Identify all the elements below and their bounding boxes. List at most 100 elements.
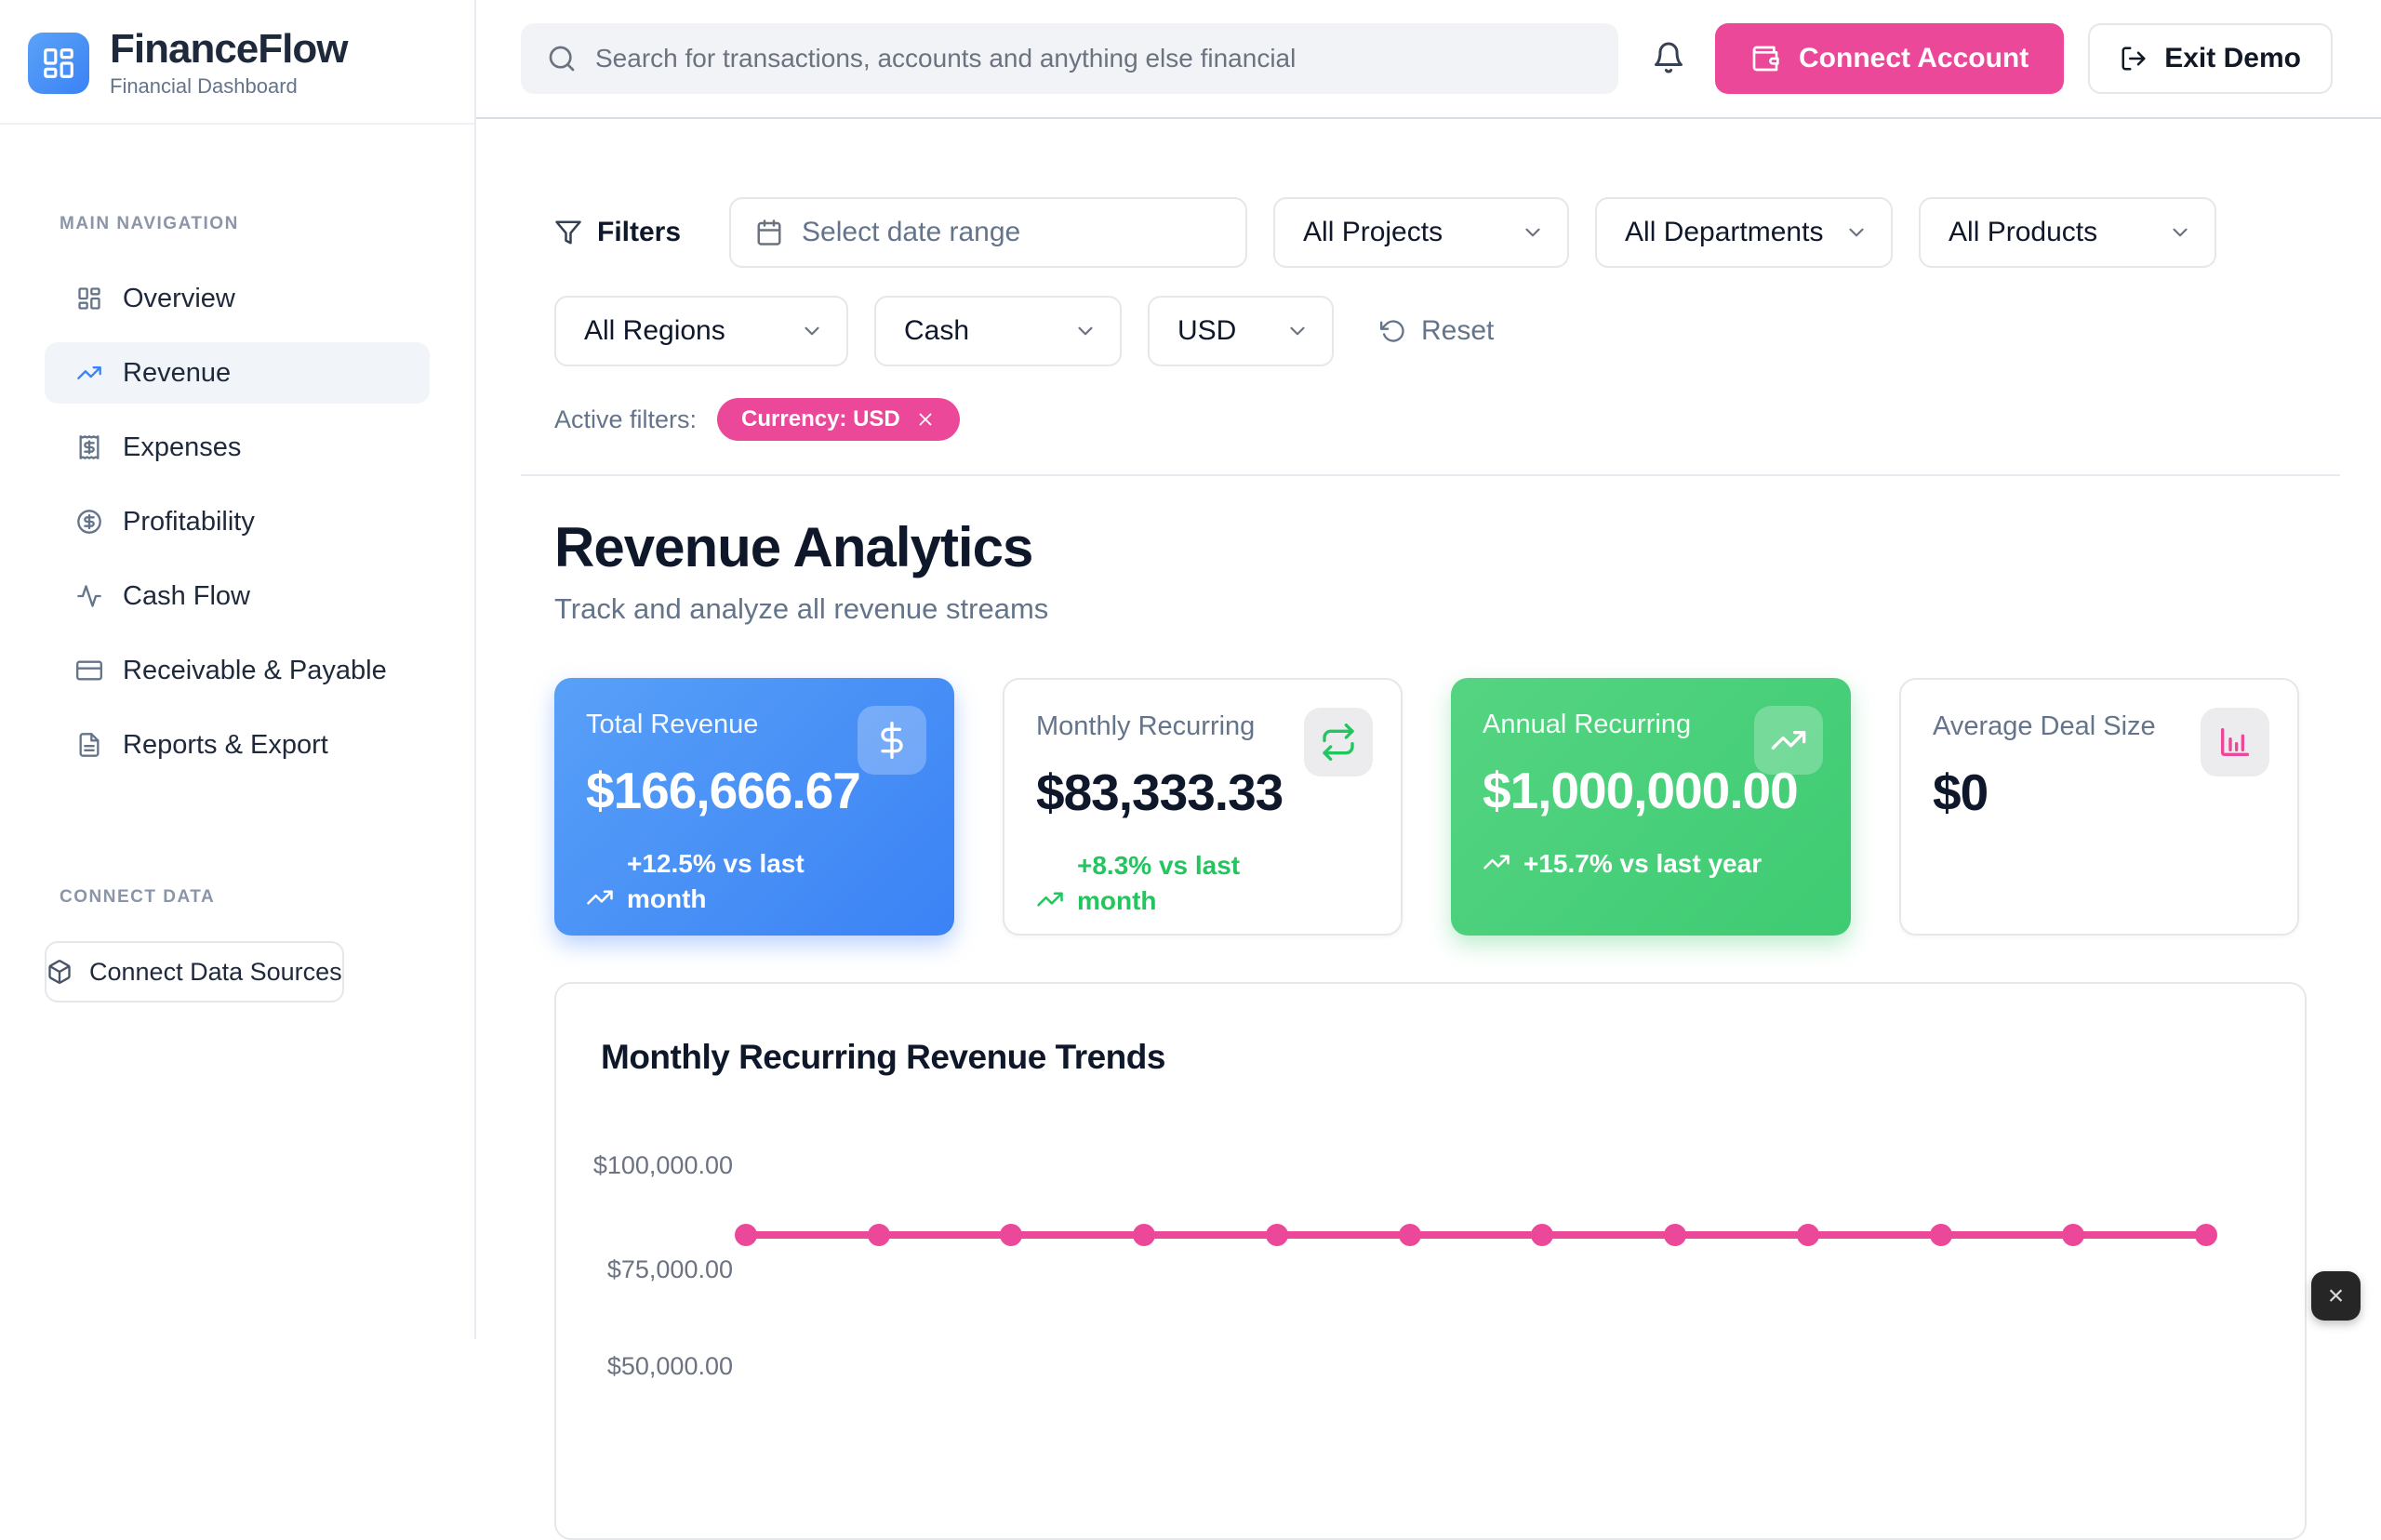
content: Filters All Projects All Departments — [476, 119, 2381, 1540]
regions-select[interactable]: All Regions — [554, 296, 848, 366]
mrr-trends-chart-card: Monthly Recurring Revenue Trends $100,00… — [554, 982, 2307, 1540]
departments-select[interactable]: All Departments — [1595, 197, 1893, 268]
chart-data-point[interactable] — [1399, 1224, 1421, 1246]
chart-data-point[interactable] — [2195, 1224, 2217, 1246]
metric-icon-box — [2201, 708, 2269, 777]
filters-title: Filters — [554, 217, 681, 248]
close-icon[interactable] — [915, 409, 936, 430]
cash-select-value: Cash — [904, 315, 969, 347]
active-filter-chip-currency[interactable]: Currency: USD — [717, 398, 960, 441]
sidebar-item-profitability[interactable]: Profitability — [45, 491, 430, 552]
search-input[interactable] — [595, 44, 1592, 73]
app-tagline: Financial Dashboard — [110, 74, 347, 99]
chart-data-point[interactable] — [2062, 1224, 2084, 1246]
brand: FinanceFlow Financial Dashboard — [0, 0, 474, 123]
connect-account-button[interactable]: Connect Account — [1715, 23, 2064, 94]
metric-trend-text: +12.5% vs last month — [627, 846, 850, 917]
chart-data-point[interactable] — [1133, 1224, 1155, 1246]
metric-card-total-revenue: Total Revenue $166,666.67 +12.5% vs last… — [554, 678, 954, 936]
sidebar-item-overview[interactable]: Overview — [45, 268, 430, 329]
filter-icon — [554, 219, 582, 246]
products-select[interactable]: All Products — [1919, 197, 2216, 268]
sidebar-item-label: Reports & Export — [123, 730, 328, 761]
metric-cards: Total Revenue $166,666.67 +12.5% vs last… — [554, 678, 2340, 936]
metric-icon-box — [1304, 708, 1373, 777]
sidebar-item-label: Profitability — [123, 507, 255, 538]
metric-icon-box — [1754, 706, 1823, 775]
package-icon — [47, 959, 73, 985]
metric-trend-text: +8.3% vs last month — [1077, 848, 1300, 919]
chart-data-point[interactable] — [735, 1224, 757, 1246]
layout-dashboard-icon — [41, 46, 76, 81]
metric-trend: +12.5% vs last month — [586, 846, 926, 917]
filters-row-2: All Regions Cash USD Reset — [554, 296, 2340, 366]
activity-icon — [76, 583, 102, 609]
trending-up-icon — [76, 360, 102, 386]
chart-title: Monthly Recurring Revenue Trends — [601, 1038, 1165, 1077]
sidebar-item-revenue[interactable]: Revenue — [45, 342, 430, 404]
chevron-down-icon — [2168, 220, 2192, 245]
chart-data-point[interactable] — [1531, 1224, 1553, 1246]
regions-select-value: All Regions — [584, 315, 725, 347]
date-range-input[interactable] — [729, 197, 1247, 268]
chevron-down-icon — [1844, 220, 1869, 245]
receipt-icon — [76, 434, 102, 460]
metric-trend: +15.7% vs last year — [1483, 846, 1823, 882]
chart-data-point[interactable] — [868, 1224, 890, 1246]
y-axis-tick: $100,000.00 — [584, 1151, 733, 1180]
sidebar-item-label: Receivable & Payable — [123, 656, 387, 686]
bar-chart-icon — [2216, 724, 2254, 761]
file-text-icon — [76, 732, 102, 758]
sidebar-divider — [0, 123, 474, 125]
connect-data-sources-label: Connect Data Sources — [89, 958, 342, 987]
reset-filters-button[interactable]: Reset — [1380, 315, 1494, 347]
connect-data-sources-button[interactable]: Connect Data Sources — [45, 941, 344, 1002]
close-overlay-button[interactable]: × — [2311, 1271, 2361, 1321]
exit-demo-button[interactable]: Exit Demo — [2088, 23, 2333, 94]
dollar-icon — [873, 722, 911, 759]
chart-data-point[interactable] — [1664, 1224, 1686, 1246]
date-range-field[interactable] — [802, 217, 1221, 248]
cash-select[interactable]: Cash — [874, 296, 1122, 366]
active-filters-row: Active filters: Currency: USD — [554, 398, 2340, 441]
sidebar-item-label: Cash Flow — [123, 581, 250, 612]
chevron-down-icon — [1073, 319, 1097, 343]
sidebar-item-reports-export[interactable]: Reports & Export — [45, 714, 430, 776]
sidebar-item-label: Revenue — [123, 358, 231, 389]
sidebar-item-cash-flow[interactable]: Cash Flow — [45, 565, 430, 627]
metric-card-monthly-recurring: Monthly Recurring $83,333.33 +8.3% vs la… — [1003, 678, 1403, 936]
top-bar: Connect Account Exit Demo — [476, 0, 2381, 119]
y-axis-tick: $50,000.00 — [584, 1352, 733, 1381]
bell-icon — [1652, 41, 1685, 74]
section-divider — [521, 474, 2340, 476]
departments-select-value: All Departments — [1625, 217, 1823, 248]
projects-select-value: All Projects — [1303, 217, 1443, 248]
chart-line-plot — [746, 1231, 2206, 1239]
chip-label: Currency: USD — [741, 406, 900, 432]
trending-up-icon — [1036, 885, 1064, 913]
trending-up-icon — [586, 883, 614, 911]
chart-data-point[interactable] — [1266, 1224, 1288, 1246]
chevron-down-icon — [800, 319, 824, 343]
credit-card-icon — [76, 657, 102, 684]
global-search[interactable] — [521, 23, 1618, 94]
filters-row-1: Filters All Projects All Departments — [554, 197, 2340, 268]
chart-data-point[interactable] — [1797, 1224, 1819, 1246]
chart-data-point[interactable] — [1930, 1224, 1952, 1246]
log-out-icon — [2120, 45, 2148, 73]
circle-dollar-icon — [76, 509, 102, 535]
wallet-icon — [1750, 44, 1780, 73]
projects-select[interactable]: All Projects — [1273, 197, 1569, 268]
trending-up-icon — [1483, 848, 1510, 876]
sidebar-item-expenses[interactable]: Expenses — [45, 417, 430, 478]
sidebar-item-receivable-payable[interactable]: Receivable & Payable — [45, 640, 430, 701]
exit-demo-label: Exit Demo — [2164, 43, 2301, 74]
active-filters-label: Active filters: — [554, 405, 697, 434]
currency-select[interactable]: USD — [1148, 296, 1334, 366]
chart-data-point[interactable] — [1000, 1224, 1022, 1246]
filters-panel: Filters All Projects All Departments — [554, 197, 2340, 441]
notifications-button[interactable] — [1652, 41, 1685, 77]
y-axis-tick: $75,000.00 — [584, 1255, 733, 1284]
page-title: Revenue Analytics — [554, 515, 2340, 579]
chevron-down-icon — [1521, 220, 1545, 245]
